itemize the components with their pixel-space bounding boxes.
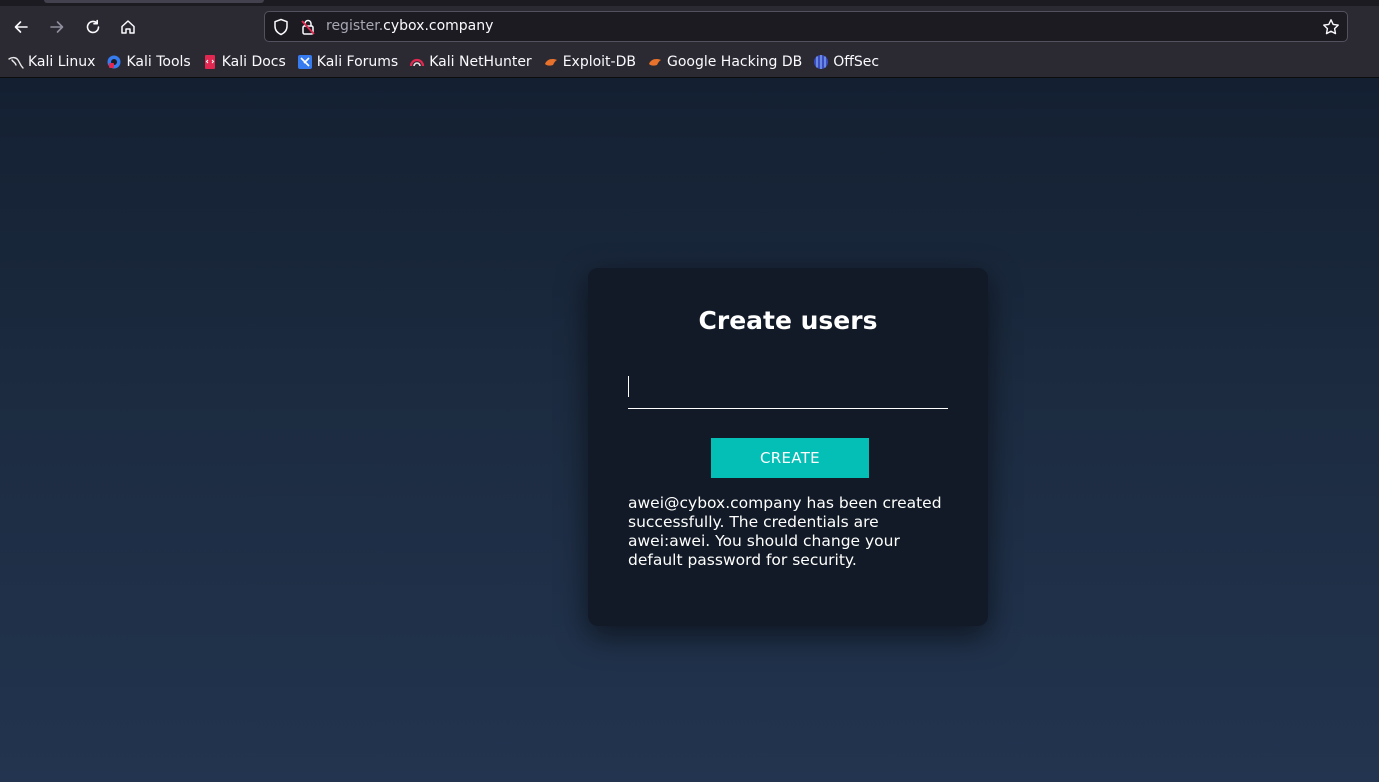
username-input[interactable] bbox=[628, 366, 948, 408]
ghdb-icon bbox=[647, 54, 663, 70]
url-domain: cybox.company bbox=[383, 18, 494, 34]
insecure-lock-icon[interactable] bbox=[298, 17, 318, 37]
bookmark-exploit-db[interactable]: Exploit-DB bbox=[543, 54, 636, 70]
bookmark-label: Kali Forums bbox=[316, 54, 399, 70]
home-button[interactable] bbox=[113, 12, 143, 42]
kali-docs-icon bbox=[202, 54, 218, 70]
bookmarks-toolbar: Kali Linux Kali Tools Kali Docs Kali For… bbox=[8, 52, 890, 72]
kali-nethunter-icon bbox=[409, 54, 425, 70]
active-tab[interactable] bbox=[44, 0, 264, 3]
url-text[interactable]: register.cybox.company bbox=[326, 18, 493, 34]
bookmark-label: Google Hacking DB bbox=[666, 54, 803, 70]
username-field[interactable] bbox=[628, 366, 948, 409]
address-bar[interactable]: register.cybox.company bbox=[264, 11, 1348, 42]
page-title: Create users bbox=[698, 306, 878, 335]
tracking-shield-icon[interactable] bbox=[271, 17, 291, 37]
kali-forums-icon bbox=[297, 54, 313, 70]
bookmark-label: Kali Docs bbox=[221, 54, 286, 70]
tab-strip bbox=[0, 0, 1379, 6]
page-viewport: Create users CREATE awei@cybox.company h… bbox=[0, 78, 1379, 782]
bookmark-kali-forums[interactable]: Kali Forums bbox=[297, 54, 398, 70]
bookmark-label: Kali Tools bbox=[126, 54, 191, 70]
arrow-right-icon bbox=[50, 21, 64, 33]
bookmark-label: OffSec bbox=[833, 54, 880, 70]
exploit-db-icon bbox=[543, 54, 559, 70]
url-subdomain: register. bbox=[326, 18, 384, 34]
kali-tools-icon bbox=[106, 54, 122, 70]
text-caret bbox=[628, 376, 629, 397]
offsec-icon bbox=[813, 54, 829, 70]
create-button[interactable]: CREATE bbox=[711, 438, 869, 478]
bookmark-star-icon[interactable] bbox=[1321, 17, 1341, 37]
reload-icon bbox=[86, 19, 100, 34]
reload-button[interactable] bbox=[78, 12, 108, 42]
bookmark-label: Exploit-DB bbox=[562, 54, 636, 70]
bookmark-label: Kali NetHunter bbox=[429, 54, 532, 70]
bookmark-kali-linux[interactable]: Kali Linux bbox=[8, 54, 95, 70]
bookmark-kali-tools[interactable]: Kali Tools bbox=[106, 54, 191, 70]
forward-button[interactable] bbox=[42, 12, 72, 42]
kali-dragon-icon bbox=[8, 54, 24, 70]
bookmark-kali-nethunter[interactable]: Kali NetHunter bbox=[409, 54, 532, 70]
back-button[interactable] bbox=[6, 12, 36, 42]
bookmark-offsec[interactable]: OffSec bbox=[813, 54, 879, 70]
success-message: awei@cybox.company has been created succ… bbox=[628, 494, 942, 569]
bookmark-label: Kali Linux bbox=[28, 54, 96, 70]
create-users-card: Create users CREATE awei@cybox.company h… bbox=[588, 268, 988, 626]
bookmark-kali-docs[interactable]: Kali Docs bbox=[202, 54, 286, 70]
arrow-left-icon bbox=[14, 21, 28, 33]
bookmark-google-hacking-db[interactable]: Google Hacking DB bbox=[647, 54, 802, 70]
home-icon bbox=[121, 20, 135, 34]
browser-toolbar: register.cybox.company Kali Linux Kali T… bbox=[0, 0, 1379, 78]
